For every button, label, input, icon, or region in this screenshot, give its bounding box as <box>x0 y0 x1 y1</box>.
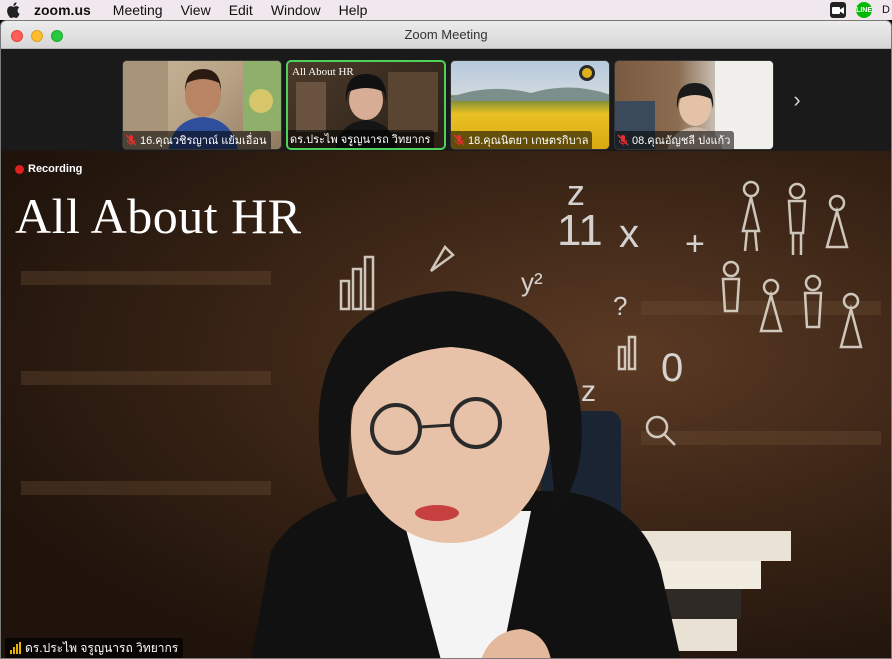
zoom-meeting-window: Zoom Meeting 16.คุณวชิรญาณ์ แย้มเอื่อน A… <box>0 20 892 659</box>
window-controls <box>11 30 63 42</box>
participant-name-label: 18.คุณนิตยา เกษตรกิบาล <box>451 131 593 149</box>
line-icon[interactable]: LINE <box>856 2 873 18</box>
menu-view[interactable]: View <box>181 0 211 20</box>
mic-muted-icon <box>617 134 629 146</box>
zoom-window-button[interactable] <box>51 30 63 42</box>
menubar-status-area: LINE D <box>830 0 892 20</box>
participant-name: ดร.ประไพ จรูญนารถ วิทยากร <box>290 134 431 146</box>
participant-name-label: 08.คุณอัญชลี ปงแก้ว <box>615 131 735 149</box>
participant-tile[interactable]: 16.คุณวชิรญาณ์ แย้มเอื่อน <box>122 60 282 150</box>
menu-help[interactable]: Help <box>339 0 368 20</box>
active-speaker-name: ดร.ประไพ จรูญนารถ วิทยากร <box>25 640 179 655</box>
recording-dot-icon <box>15 164 24 174</box>
participant-tile[interactable]: 08.คุณอัญชลี ปงแก้ว <box>614 60 774 150</box>
menu-edit[interactable]: Edit <box>229 0 253 20</box>
participant-overlay-text: All About HR <box>292 66 354 78</box>
active-speaker-name-label: ดร.ประไพ จรูญนารถ วิทยากร <box>5 638 184 658</box>
recording-indicator[interactable]: Recording <box>15 163 82 175</box>
apple-icon[interactable] <box>6 2 20 18</box>
menu-app-name[interactable]: zoom.us <box>34 0 91 20</box>
participant-name: 08.คุณอัญชลี ปงแก้ว <box>632 135 731 147</box>
participant-tile-active-speaker[interactable]: All About HR ดร.ประไพ จรูญนารถ วิทยากร <box>286 60 446 150</box>
menu-meeting[interactable]: Meeting <box>113 0 163 20</box>
minimize-window-button[interactable] <box>31 30 43 42</box>
recording-label: Recording <box>28 163 83 175</box>
active-speaker-video: z 11 x + y² ? 0 z Recording All About HR… <box>1 151 891 658</box>
connection-signal-icon <box>10 642 21 654</box>
mic-muted-icon <box>125 134 137 146</box>
participant-tile[interactable]: 18.คุณนิตยา เกษตรกิบาล <box>450 60 610 150</box>
virtual-background-title: All About HR <box>15 188 302 244</box>
gallery-next-page-button[interactable]: › <box>787 87 807 113</box>
gallery-strip: 16.คุณวชิรญาณ์ แย้มเอื่อน All About HR ด… <box>1 49 891 151</box>
menu-window[interactable]: Window <box>271 0 321 20</box>
mic-muted-icon <box>453 134 465 146</box>
close-window-button[interactable] <box>11 30 23 42</box>
menubar-clipped-text: D <box>882 4 890 16</box>
participant-name: 18.คุณนิตยา เกษตรกิบาล <box>468 135 589 147</box>
participant-name-label: ดร.ประไพ จรูญนารถ วิทยากร <box>288 130 435 148</box>
macos-menu-bar: zoom.us Meeting View Edit Window Help LI… <box>0 0 892 20</box>
participant-name-label: 16.คุณวชิรญาณ์ แย้มเอื่อน <box>123 131 271 149</box>
window-titlebar: Zoom Meeting <box>1 21 891 49</box>
participant-name: 16.คุณวชิรญาณ์ แย้มเอื่อน <box>140 135 267 147</box>
camera-icon[interactable] <box>830 2 847 18</box>
window-title: Zoom Meeting <box>404 27 488 42</box>
